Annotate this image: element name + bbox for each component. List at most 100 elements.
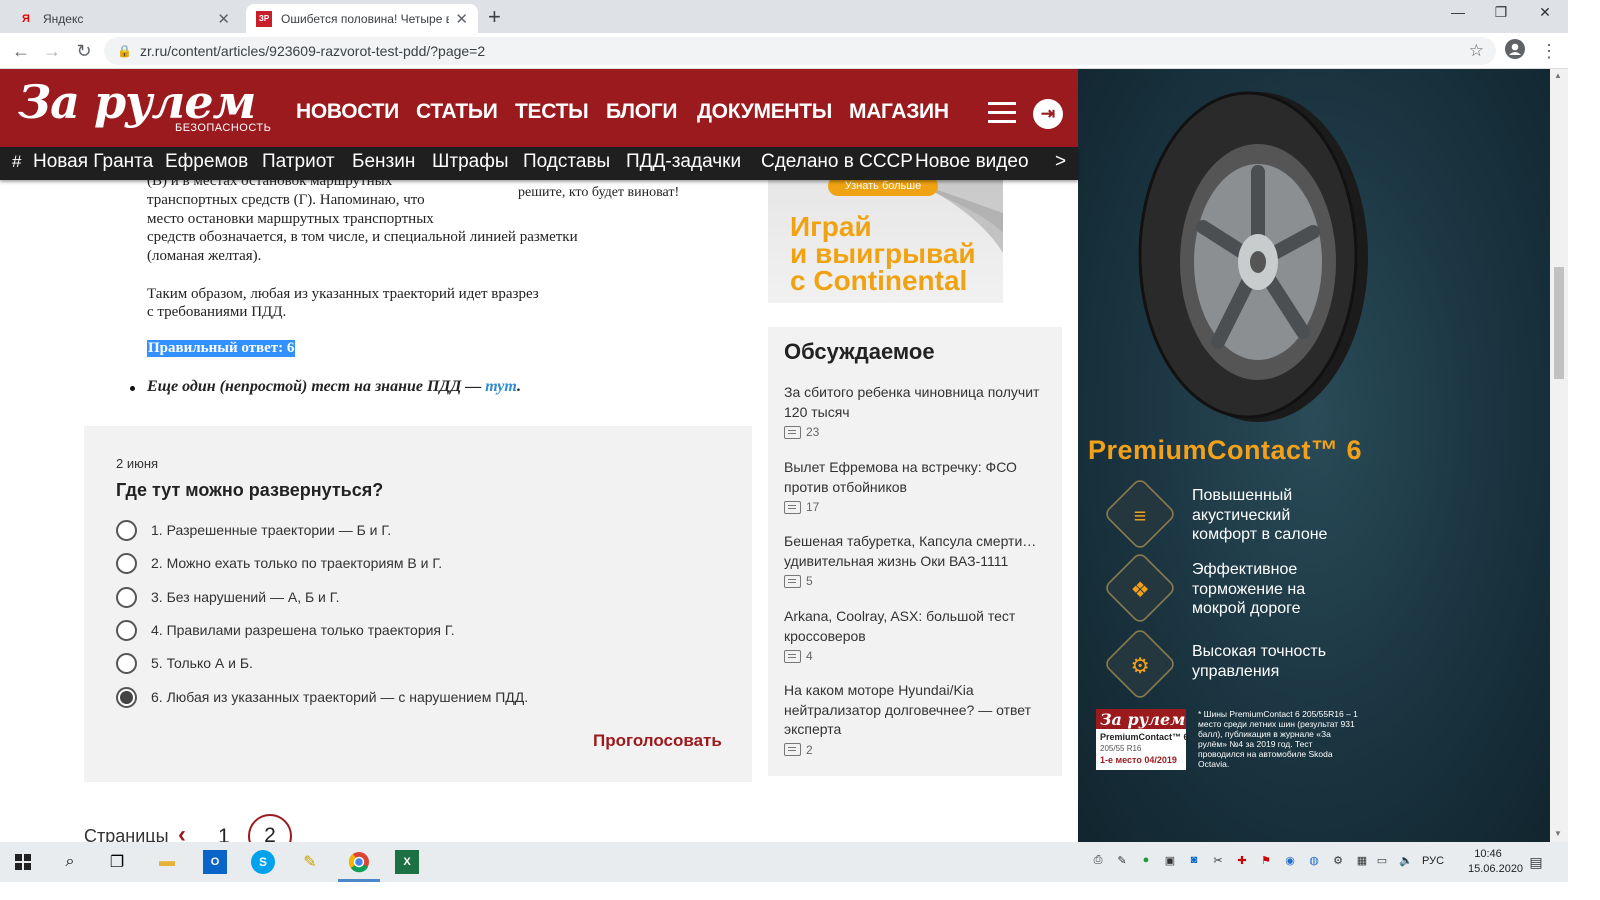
- windows-start-icon[interactable]: [11, 850, 35, 874]
- tag-link[interactable]: Подставы: [523, 151, 610, 173]
- tray-app-icon[interactable]: ⚙: [1330, 854, 1346, 870]
- tag-link[interactable]: Новая Гранта: [33, 151, 153, 173]
- premiumcontact-tyre-ad[interactable]: PremiumContact™ 6 ≡ Повышенный акустичес…: [1078, 69, 1550, 842]
- tag-link[interactable]: Штрафы: [432, 151, 509, 173]
- discussed-item-title[interactable]: Бешеная табуретка, Капсула смерти… удиви…: [784, 532, 1049, 571]
- outlook-icon[interactable]: O: [203, 850, 227, 874]
- poll-option-label[interactable]: 4. Правилами разрешена только траектория…: [151, 622, 455, 638]
- tray-app-icon[interactable]: ▦: [1354, 854, 1370, 870]
- tag-link[interactable]: Ефремов: [165, 151, 248, 173]
- pen-tool-icon[interactable]: ✎: [298, 850, 322, 874]
- nav-news[interactable]: НОВОСТИ: [296, 100, 399, 124]
- discussed-item-title[interactable]: Вылет Ефремова на встречку: ФСО против о…: [784, 458, 1049, 497]
- printer-icon[interactable]: ⎙: [1090, 854, 1106, 870]
- poll-option-label[interactable]: 6. Любая из указанных траекторий — с нар…: [151, 689, 528, 705]
- poll-option[interactable]: 5. Только А и Б.: [116, 652, 253, 674]
- tray-app-icon[interactable]: ✎: [1114, 854, 1130, 870]
- tab-zr-article[interactable]: ЗР Ошибется половина! Четыре ва ✕: [246, 4, 478, 33]
- nav-tests[interactable]: ТЕСТЫ: [515, 100, 589, 124]
- tab-yandex[interactable]: Я Яндекс ✕: [8, 4, 240, 33]
- site-logo[interactable]: За рулем: [18, 77, 256, 127]
- tag-link[interactable]: Новое видео: [915, 151, 1029, 173]
- tags-next-chevron-icon[interactable]: >: [1055, 151, 1066, 173]
- chrome-icon[interactable]: [347, 850, 371, 874]
- menu-kebab-icon[interactable]: ⋮: [1537, 39, 1561, 63]
- maximize-icon[interactable]: ❐: [1486, 4, 1516, 26]
- discussed-item-title[interactable]: На каком моторе Hyundai/Kia нейтрализато…: [784, 681, 1049, 740]
- tray-app-icon[interactable]: ◉: [1282, 854, 1298, 870]
- tray-app-icon[interactable]: ✚: [1234, 854, 1250, 870]
- nav-articles[interactable]: СТАТЬИ: [416, 100, 498, 124]
- scrollbar-thumb[interactable]: [1554, 267, 1564, 379]
- discussed-item[interactable]: Arkana, Coolray, ASX: большой тест кросс…: [784, 607, 1049, 663]
- continental-promo-ad[interactable]: Узнать больше Играй и выигрывай с Contin…: [768, 173, 1003, 303]
- tray-app-icon[interactable]: ▣: [1162, 854, 1178, 870]
- file-explorer-icon[interactable]: ▬: [155, 850, 179, 874]
- close-tab-icon[interactable]: ✕: [217, 10, 230, 28]
- search-icon[interactable]: ⌕: [58, 850, 82, 874]
- skype-icon[interactable]: S: [251, 850, 275, 874]
- tray-app-icon[interactable]: ●: [1138, 854, 1154, 870]
- nav-shop[interactable]: МАГАЗИН: [849, 100, 949, 124]
- login-icon[interactable]: ⇥: [1033, 99, 1063, 129]
- scroll-up-icon[interactable]: ▲: [1554, 71, 1562, 80]
- close-window-icon[interactable]: ✕: [1530, 4, 1560, 26]
- notifications-icon[interactable]: ▤: [1528, 854, 1544, 870]
- discussed-item[interactable]: Вылет Ефремова на встречку: ФСО против о…: [784, 458, 1049, 514]
- discussed-item[interactable]: За сбитого ребенка чиновница получит 120…: [784, 383, 1049, 439]
- radio-button[interactable]: [116, 619, 137, 641]
- poll-option[interactable]: 1. Разрешенные траектории — Б и Г.: [116, 519, 391, 541]
- back-arrow-icon[interactable]: ←: [9, 39, 33, 63]
- tray-app-icon[interactable]: ⚑: [1258, 854, 1274, 870]
- radio-button[interactable]: [116, 586, 137, 608]
- minimize-icon[interactable]: —: [1443, 4, 1473, 26]
- nav-documents[interactable]: ДОКУМЕНТЫ: [697, 100, 832, 124]
- tag-link[interactable]: Сделано в СССР: [761, 151, 913, 173]
- bookmark-star-icon[interactable]: ☆: [1469, 37, 1484, 65]
- tag-link[interactable]: Бензин: [352, 151, 415, 173]
- discussed-item-title[interactable]: Arkana, Coolray, ASX: большой тест кросс…: [784, 607, 1049, 646]
- radio-button[interactable]: [116, 552, 137, 574]
- system-clock[interactable]: 10:46 15.06.2020: [1468, 847, 1523, 877]
- prev-page-chevron-icon[interactable]: ‹: [178, 821, 186, 842]
- related-test-link[interactable]: тут: [485, 378, 517, 395]
- page-link-1[interactable]: 1: [218, 825, 230, 842]
- poll-option[interactable]: 3. Без нарушений — А, Б и Г.: [116, 586, 340, 608]
- reload-icon[interactable]: ↻: [72, 39, 96, 63]
- network-icon[interactable]: ▭: [1374, 854, 1390, 870]
- scroll-down-icon[interactable]: ▼: [1554, 829, 1562, 838]
- discussed-item[interactable]: На каком моторе Hyundai/Kia нейтрализато…: [784, 681, 1049, 757]
- poll-option-label[interactable]: 2. Можно ехать только по траекториям В и…: [151, 555, 442, 571]
- outlook-tray-icon[interactable]: ◙: [1186, 854, 1202, 870]
- feature-text: Высокая точность управления: [1192, 643, 1327, 680]
- poll-option[interactable]: 4. Правилами разрешена только траектория…: [116, 619, 455, 641]
- task-view-icon[interactable]: ❐: [105, 850, 129, 874]
- page-scrollbar[interactable]: ▲ ▼: [1550, 69, 1568, 842]
- excel-icon[interactable]: X: [395, 850, 419, 874]
- tag-link[interactable]: Патриот: [262, 151, 335, 173]
- close-tab-icon[interactable]: ✕: [455, 10, 468, 28]
- tag-link[interactable]: ПДД-задачки: [626, 151, 741, 173]
- nav-blogs[interactable]: БЛОГИ: [606, 100, 677, 124]
- poll-option-label[interactable]: 5. Только А и Б.: [151, 655, 253, 671]
- address-bar[interactable]: 🔒 zr.ru/content/articles/923609-razvorot…: [104, 37, 1496, 65]
- tray-app-icon[interactable]: ✂: [1210, 854, 1226, 870]
- radio-button[interactable]: [116, 652, 137, 674]
- profile-avatar-icon[interactable]: [1503, 39, 1527, 63]
- poll-option[interactable]: 2. Можно ехать только по траекториям В и…: [116, 552, 442, 574]
- poll-option-label[interactable]: 1. Разрешенные траектории — Б и Г.: [151, 522, 391, 538]
- new-tab-button[interactable]: +: [488, 4, 501, 30]
- radio-button[interactable]: [116, 519, 137, 541]
- forward-arrow-icon[interactable]: →: [40, 39, 64, 63]
- vote-button[interactable]: Проголосовать: [593, 731, 722, 751]
- radio-button-selected[interactable]: [116, 686, 137, 708]
- volume-icon[interactable]: 🔈: [1398, 854, 1414, 870]
- clock-time: 10:46: [1474, 848, 1502, 860]
- input-language[interactable]: РУС: [1422, 855, 1444, 867]
- discussed-item[interactable]: Бешеная табуретка, Капсула смерти… удиви…: [784, 532, 1049, 588]
- discussed-item-title[interactable]: За сбитого ребенка чиновница получит 120…: [784, 383, 1049, 422]
- tray-app-icon[interactable]: ◍: [1306, 854, 1322, 870]
- hamburger-menu-icon[interactable]: [988, 102, 1016, 124]
- poll-option-label[interactable]: 3. Без нарушений — А, Б и Г.: [151, 589, 340, 605]
- poll-option[interactable]: 6. Любая из указанных траекторий — с нар…: [116, 686, 528, 708]
